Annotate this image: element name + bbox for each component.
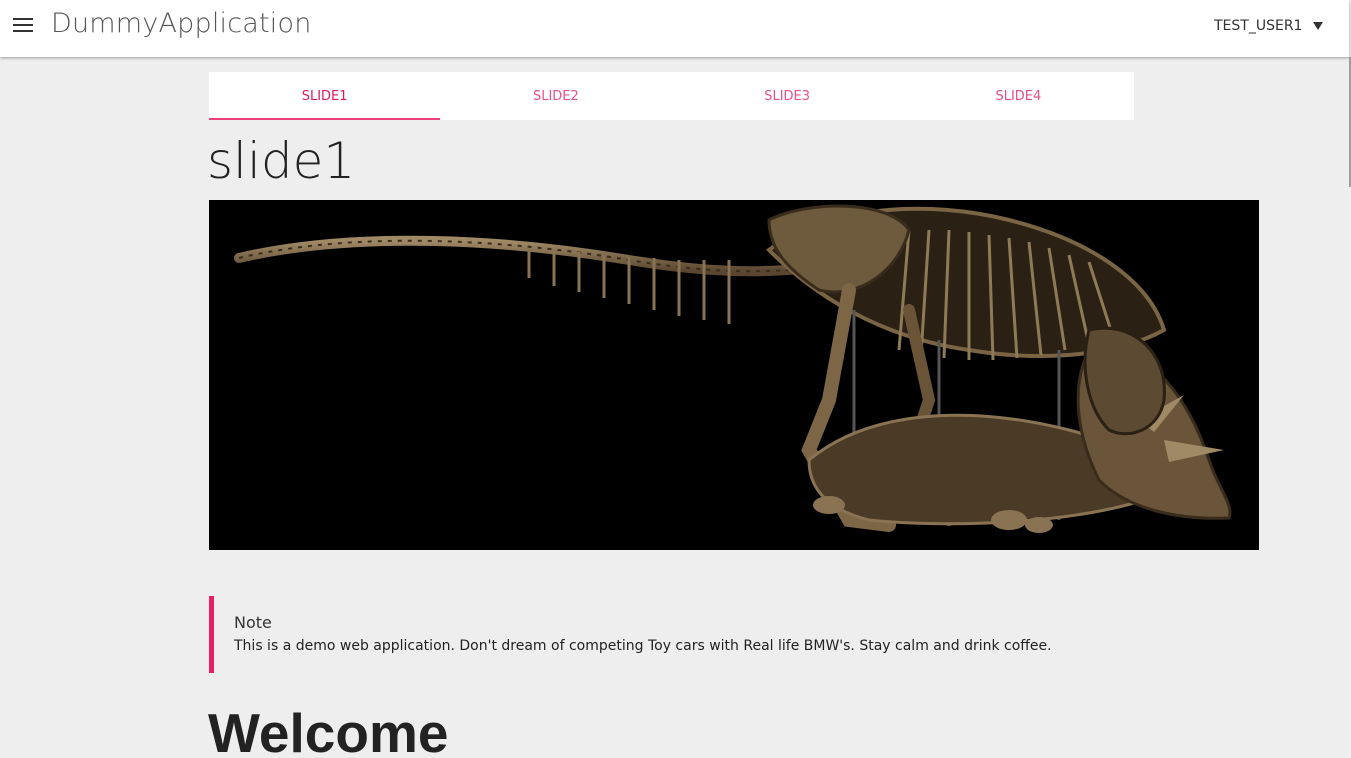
app-title: DummyApplication <box>51 8 312 39</box>
slide-tabs: SLIDE1 SLIDE2 SLIDE3 SLIDE4 <box>209 72 1134 120</box>
dinosaur-skeleton-image <box>209 200 1259 550</box>
welcome-heading: Welcome <box>208 702 449 758</box>
hamburger-menu-icon[interactable] <box>11 15 35 37</box>
slide-title: slide1 <box>207 132 356 190</box>
tab-slide1[interactable]: SLIDE1 <box>209 72 441 120</box>
user-menu[interactable]: TEST_USER1 <box>1214 16 1324 36</box>
app-header: DummyApplication TEST_USER1 <box>0 0 1349 57</box>
tab-slide3[interactable]: SLIDE3 <box>672 72 903 120</box>
note-title: Note <box>234 613 272 632</box>
note-text: This is a demo web application. Don't dr… <box>234 638 1052 654</box>
note-callout: Note This is a demo web application. Don… <box>209 596 1259 673</box>
tab-slide2[interactable]: SLIDE2 <box>440 72 671 120</box>
tab-slide4[interactable]: SLIDE4 <box>903 72 1134 120</box>
user-name[interactable]: TEST_USER1 <box>1214 18 1302 34</box>
skeleton-illustration <box>234 204 1232 533</box>
caret-down-icon[interactable] <box>1313 22 1324 30</box>
